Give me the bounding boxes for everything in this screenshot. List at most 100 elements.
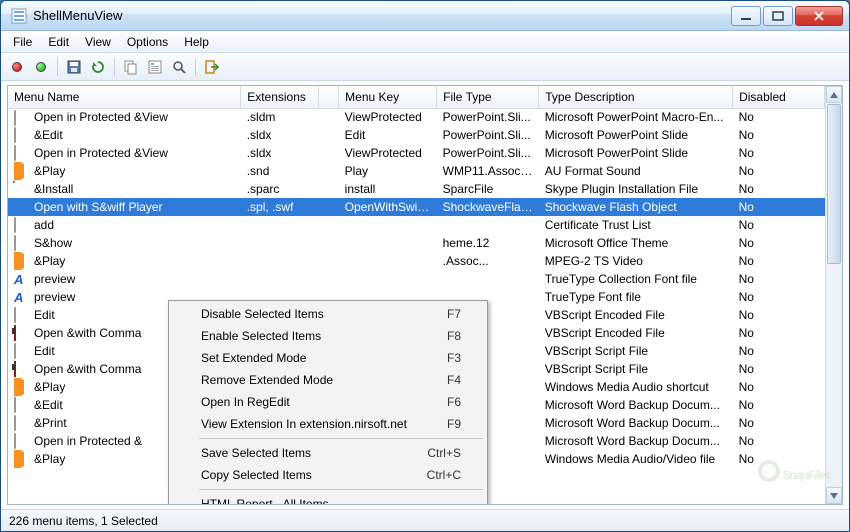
menu-item-label: Disable Selected Items: [201, 307, 324, 321]
cell-menu-name: Edit: [34, 308, 55, 322]
console-icon: [14, 326, 30, 340]
context-menu-item[interactable]: Open In RegEditF6: [171, 391, 485, 413]
document-icon: [14, 416, 30, 430]
cell-type-description: Windows Media Audio shortcut: [539, 378, 733, 396]
menu-item-label: Open In RegEdit: [201, 395, 290, 409]
app-window: ShellMenuView File Edit View Options Hel…: [0, 0, 850, 532]
cell-disabled: No: [733, 432, 825, 450]
table-row[interactable]: addCertificate Trust ListNo: [8, 216, 825, 234]
menu-edit[interactable]: Edit: [40, 33, 77, 51]
menu-options[interactable]: Options: [119, 33, 176, 51]
context-menu-item[interactable]: Set Extended Mode F3: [171, 347, 485, 369]
cell-extensions: [241, 252, 319, 270]
context-menu-item[interactable]: HTML Report - All Items: [171, 493, 485, 505]
menu-help[interactable]: Help: [176, 33, 217, 51]
cell-file-type: heme.12: [437, 234, 539, 252]
cell-type-description: Windows Media Audio/Video file: [539, 450, 733, 468]
cell-menu-name: Edit: [34, 344, 55, 358]
context-menu-item[interactable]: Copy Selected ItemsCtrl+C: [171, 464, 485, 486]
window-title: ShellMenuView: [33, 8, 729, 23]
scroll-down-button[interactable]: [826, 487, 842, 504]
gear-icon: [14, 182, 30, 196]
cell-menu-key: ViewProtected: [339, 144, 437, 162]
exit-button[interactable]: [202, 57, 222, 77]
vertical-scrollbar[interactable]: [825, 86, 842, 504]
cell-extensions: .sparc: [241, 180, 319, 198]
minimize-button[interactable]: [731, 6, 761, 26]
table-row[interactable]: &Install.sparcinstallSparcFileSkype Plug…: [8, 180, 825, 198]
scroll-thumb[interactable]: [827, 104, 841, 264]
cell-menu-key: Edit: [339, 126, 437, 144]
font-icon: A: [14, 290, 30, 304]
menu-separator: [199, 489, 483, 490]
menu-item-shortcut: F3: [447, 351, 461, 365]
cell-extensions: .snd: [241, 162, 319, 180]
cell-file-type: [437, 216, 539, 234]
save-button[interactable]: [64, 57, 84, 77]
play-icon: [14, 452, 30, 466]
document-icon: [14, 218, 30, 232]
maximize-button[interactable]: [763, 6, 793, 26]
context-menu-item[interactable]: Remove Extended ModeF4: [171, 369, 485, 391]
context-menu-item[interactable]: Save Selected ItemsCtrl+S: [171, 442, 485, 464]
document-icon: [14, 146, 30, 160]
menu-file[interactable]: File: [5, 33, 40, 51]
column-headers[interactable]: Menu NameExtensions Menu KeyFile TypeType…: [8, 86, 825, 108]
menu-item-shortcut: F4: [447, 373, 461, 387]
column-header[interactable]: Disabled: [733, 86, 825, 108]
cell-disabled: No: [733, 234, 825, 252]
cell-disabled: No: [733, 450, 825, 468]
titlebar[interactable]: ShellMenuView: [1, 1, 849, 31]
cell-menu-name: preview: [34, 290, 75, 304]
cell-type-description: Microsoft PowerPoint Slide: [539, 144, 733, 162]
cell-disabled: No: [733, 324, 825, 342]
table-row[interactable]: &Play.sndPlayWMP11.AssocFil...AU Format …: [8, 162, 825, 180]
find-button[interactable]: [169, 57, 189, 77]
table-row[interactable]: S&howheme.12Microsoft Office ThemeNo: [8, 234, 825, 252]
cell-type-description: Shockwave Flash Object: [539, 198, 733, 216]
cell-menu-name: &Play: [34, 164, 65, 178]
column-header[interactable]: [318, 86, 338, 108]
app-icon: [11, 8, 27, 24]
menu-item-label: Enable Selected Items: [201, 329, 321, 343]
context-menu-item[interactable]: Disable Selected ItemsF7: [171, 303, 485, 325]
column-header[interactable]: Type Description: [539, 86, 733, 108]
scroll-track[interactable]: [826, 265, 842, 487]
cell-type-description: TrueType Collection Font file: [539, 270, 733, 288]
cell-menu-name: &Play: [34, 254, 65, 268]
menu-item-shortcut: F9: [447, 417, 461, 431]
cell-menu-key: OpenWithSwif...: [339, 198, 437, 216]
cell-type-description: MPEG-2 TS Video: [539, 252, 733, 270]
column-header[interactable]: Menu Name: [8, 86, 241, 108]
column-header[interactable]: Menu Key: [339, 86, 437, 108]
copy-button[interactable]: [121, 57, 141, 77]
disable-button[interactable]: [7, 57, 27, 77]
refresh-button[interactable]: [88, 57, 108, 77]
context-menu: Disable Selected ItemsF7Enable Selected …: [168, 300, 488, 505]
context-menu-item[interactable]: View Extension In extension.nirsoft.netF…: [171, 413, 485, 435]
cell-file-type: ShockwaveFlas...: [437, 198, 539, 216]
table-row[interactable]: Open in Protected &View.sldxViewProtecte…: [8, 144, 825, 162]
menu-view[interactable]: View: [77, 33, 119, 51]
document-icon: [14, 434, 30, 448]
table-row[interactable]: &Play.Assoc...MPEG-2 TS VideoNo: [8, 252, 825, 270]
play-icon: [14, 254, 30, 268]
properties-button[interactable]: [145, 57, 165, 77]
cell-file-type: SparcFile: [437, 180, 539, 198]
context-menu-item[interactable]: Enable Selected ItemsF8: [171, 325, 485, 347]
menu-item-shortcut: Ctrl+S: [427, 446, 461, 460]
cell-menu-name: &Play: [34, 380, 65, 394]
close-button[interactable]: [795, 6, 843, 26]
scroll-up-button[interactable]: [826, 86, 842, 103]
toolbar-sep: [114, 58, 115, 76]
content-area: Menu NameExtensions Menu KeyFile TypeType…: [7, 85, 843, 505]
table-row[interactable]: Open with S&wiff Player.spl, .swfOpenWit…: [8, 198, 825, 216]
table-row[interactable]: &Edit.sldxEditPowerPoint.Sli...Microsoft…: [8, 126, 825, 144]
column-header[interactable]: Extensions: [241, 86, 319, 108]
table-row[interactable]: ApreviewTrueType Collection Font fileNo: [8, 270, 825, 288]
cell-extensions: .spl, .swf: [241, 198, 319, 216]
table-row[interactable]: Open in Protected &View.sldmViewProtecte…: [8, 108, 825, 126]
menu-item-label: Set Extended Mode: [201, 351, 306, 365]
enable-button[interactable]: [31, 57, 51, 77]
column-header[interactable]: File Type: [437, 86, 539, 108]
